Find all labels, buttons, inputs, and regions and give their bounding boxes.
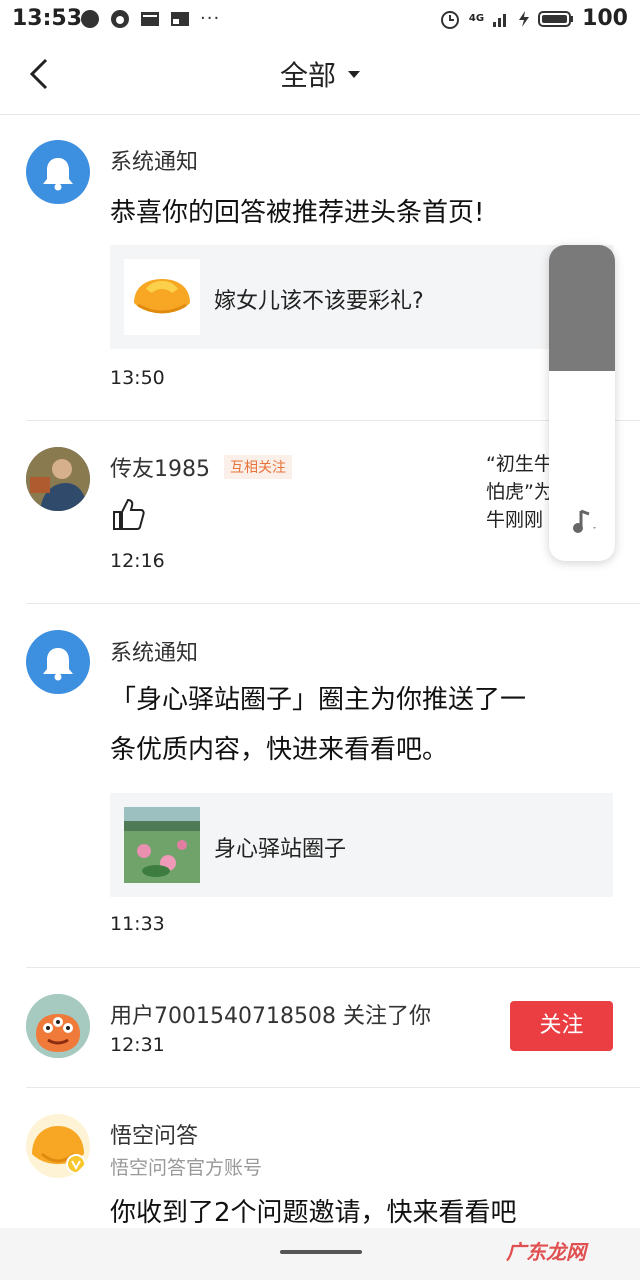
notice-message-line: 「身心驿站圈子」圈主为你推送了一: [110, 685, 527, 715]
floating-volume-panel[interactable]: [549, 245, 615, 561]
user-avatar-chuanyou[interactable]: [26, 447, 90, 511]
wukong-subtitle: 悟空问答官方账号: [110, 1157, 263, 1179]
app-circle-icon: [111, 9, 129, 28]
preview-line: “初生牛: [486, 453, 553, 475]
system-notice-avatar[interactable]: [26, 630, 90, 694]
divider: [26, 420, 640, 421]
page-title: 全部: [279, 59, 336, 92]
mutual-follow-badge: 互相关注: [224, 455, 292, 479]
wukong-logo-icon: [32, 1126, 86, 1174]
music-note-icon[interactable]: [569, 507, 599, 537]
status-notification-icons: ···: [80, 8, 220, 29]
battery-level: 100: [582, 6, 628, 31]
card-title: 身心驿站圈子: [214, 837, 347, 862]
watermark: 广东龙网: [506, 1240, 586, 1264]
answer-thumbnail: [124, 259, 200, 335]
circle-content-card[interactable]: 身心驿站圈子: [110, 793, 613, 897]
person-photo-icon: [26, 447, 90, 511]
circle-thumbnail: [124, 807, 200, 883]
status-time: 13:53: [12, 6, 83, 31]
home-gesture-bar[interactable]: [280, 1250, 362, 1254]
notice-message: 恭喜你的回答被推荐进头条首页!: [110, 198, 485, 228]
preview-line: 牛刚刚: [486, 509, 544, 531]
volume-level-fill[interactable]: [549, 245, 615, 371]
monster-avatar-icon: [26, 994, 90, 1058]
divider: [26, 1087, 640, 1088]
filter-dropdown[interactable]: 全部: [0, 54, 640, 94]
user-avatar-follower[interactable]: [26, 994, 90, 1058]
recommended-answer-card[interactable]: 嫁女儿该不该要彩礼?: [110, 245, 613, 349]
status-right: 4G 100: [439, 6, 628, 31]
follow-time: 12:31: [110, 1034, 165, 1056]
toutiao-icon: [171, 11, 189, 26]
bell-icon: [43, 158, 73, 191]
thumbs-up-icon: [113, 498, 145, 530]
follow-back-button[interactable]: 关注: [510, 1001, 613, 1051]
liked-content-preview[interactable]: “初生牛 怕虎”为 牛刚刚: [486, 450, 553, 534]
more-notifications: ···: [200, 8, 221, 29]
status-bar: 13:53 ··· 4G 100: [0, 0, 640, 36]
preview-line: 怕虎”为: [486, 481, 553, 503]
notice-sender: 系统通知: [110, 150, 199, 175]
caret-down-icon: [348, 70, 360, 78]
like-time: 12:16: [110, 550, 165, 572]
title-bar: 全部: [0, 36, 640, 115]
follow-notice-text: 用户7001540718508 关注了你: [110, 1004, 431, 1029]
divider: [26, 967, 640, 968]
wukong-avatar[interactable]: [26, 1114, 90, 1178]
wukong-name[interactable]: 悟空问答: [110, 1118, 198, 1150]
charging-icon: [519, 10, 530, 27]
notice-time: 11:33: [110, 913, 165, 935]
wukong-logo-icon: [134, 279, 190, 314]
lotus-photo-icon: [124, 807, 200, 883]
notice-message-line: 条优质内容，快进来看看吧。: [110, 735, 449, 765]
network-type: 4G: [468, 13, 485, 24]
divider: [26, 603, 640, 604]
system-notice-avatar[interactable]: [26, 140, 90, 204]
alarm-icon: [440, 10, 459, 29]
user-name[interactable]: 传友1985: [110, 451, 210, 483]
notice-sender: 系统通知: [110, 641, 199, 666]
notice-time: 13:50: [110, 367, 165, 389]
news-icon: [141, 11, 159, 26]
signal-icon: [493, 13, 507, 27]
battery-icon: [538, 10, 574, 27]
card-title: 嫁女儿该不该要彩礼?: [214, 289, 424, 314]
chat-bubble-icon: [81, 9, 99, 28]
bell-icon: [43, 648, 73, 681]
